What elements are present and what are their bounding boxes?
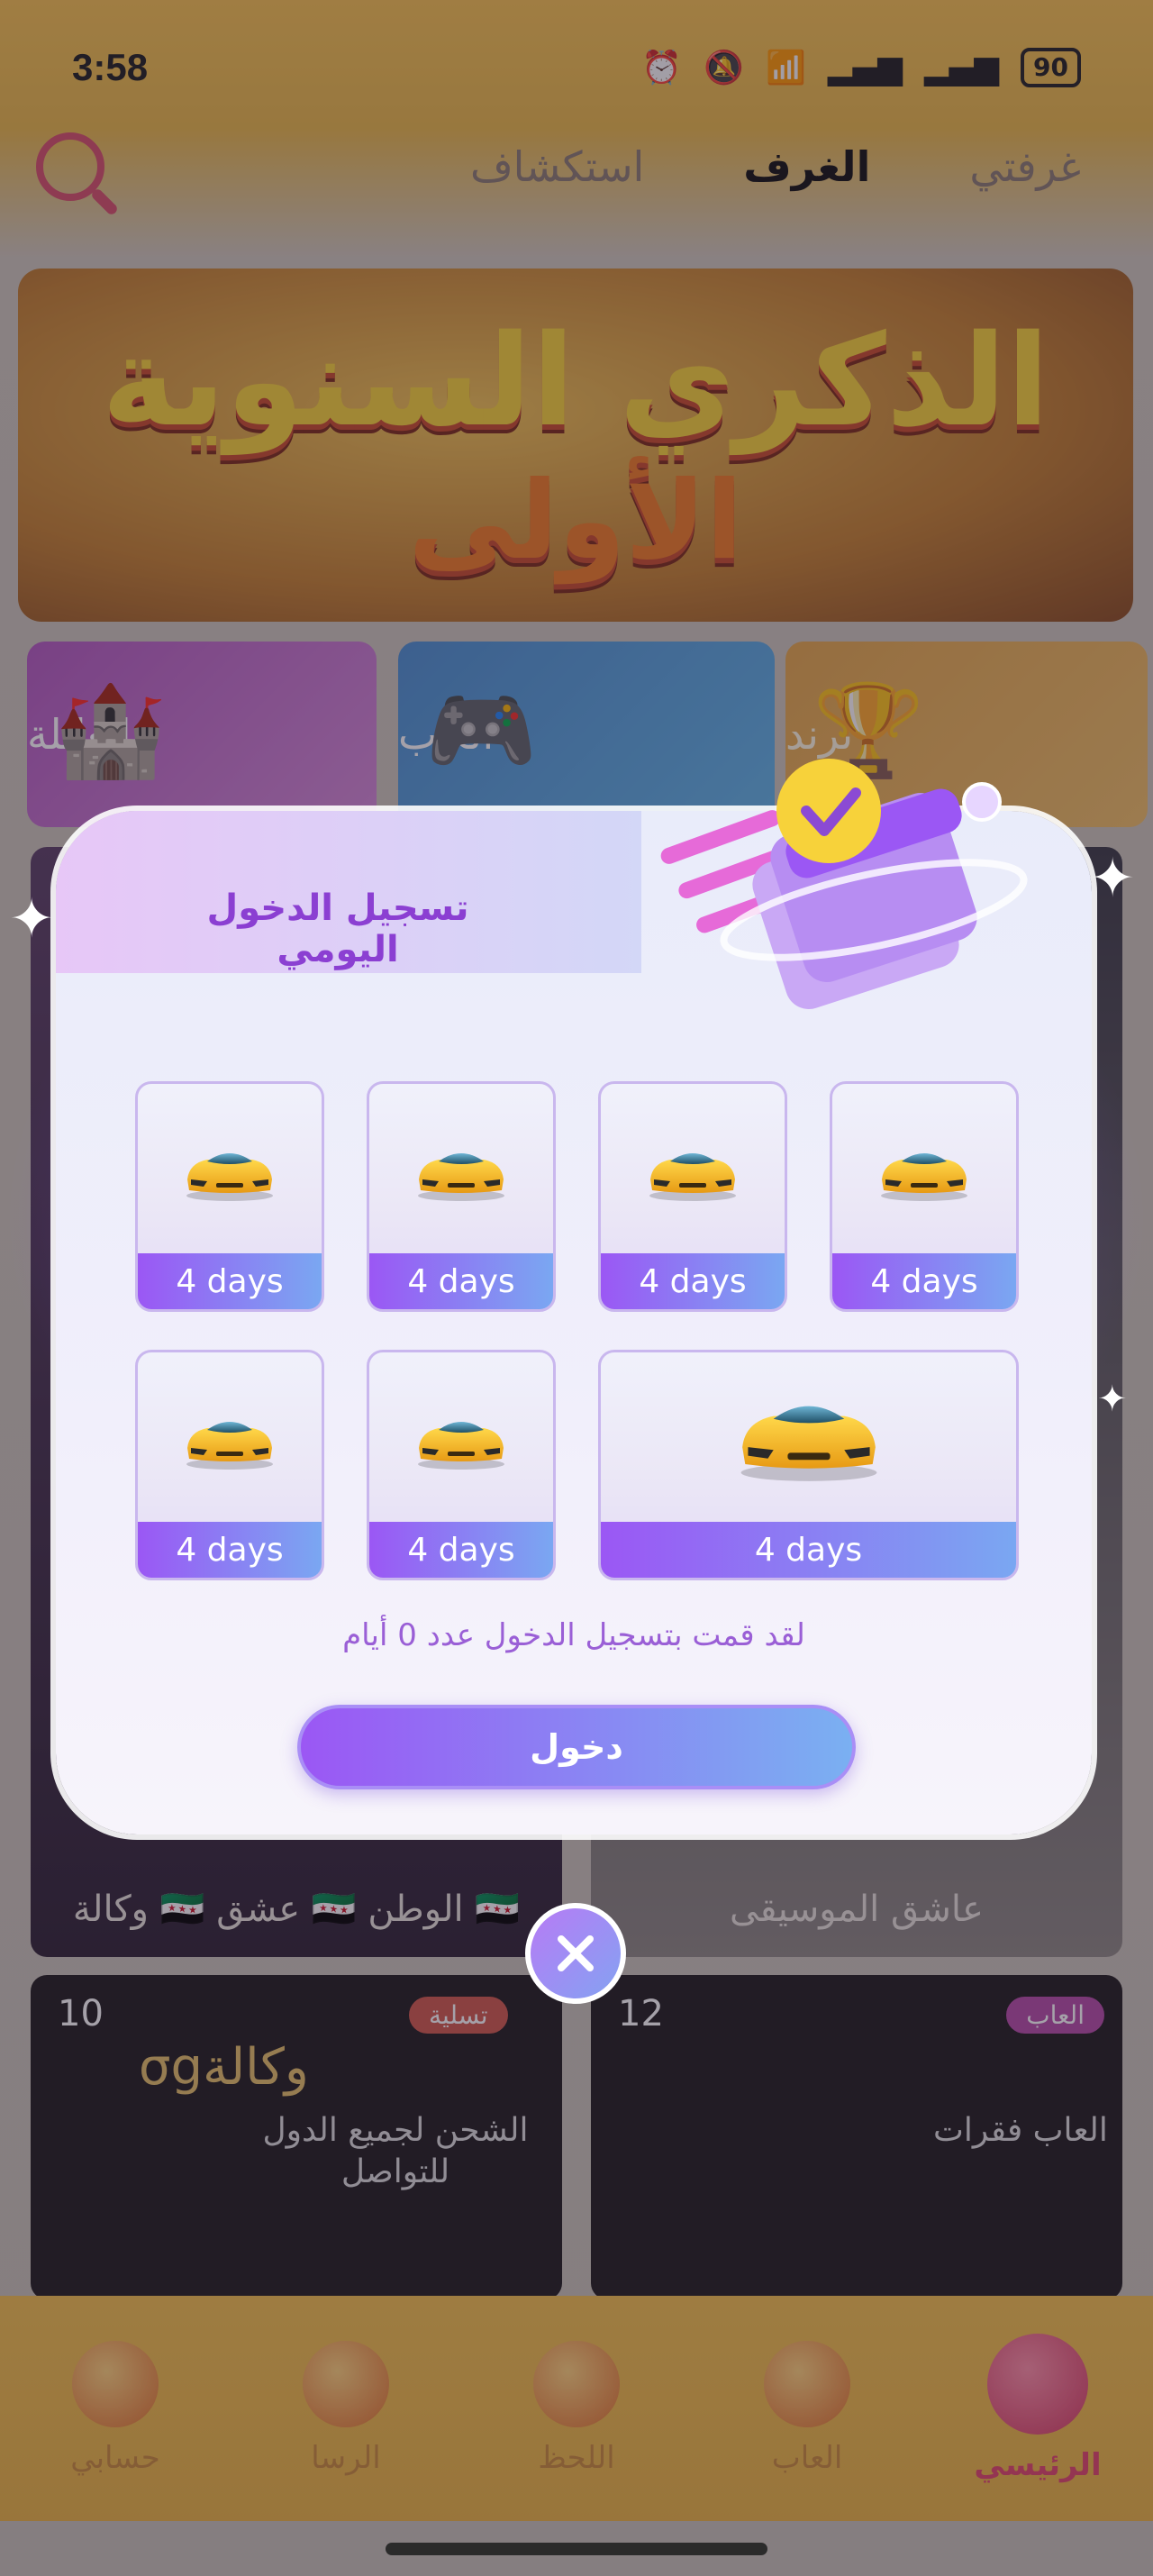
day-reward-card[interactable]: 4 days: [367, 1081, 556, 1312]
day-label: 4 days: [832, 1253, 1016, 1309]
day-reward-card[interactable]: 4 days: [367, 1350, 556, 1580]
close-icon: [558, 1935, 594, 1971]
car-icon: [740, 1406, 876, 1481]
day-label: 4 days: [369, 1522, 553, 1578]
day-reward-card[interactable]: 4 days: [830, 1081, 1019, 1312]
checkin-status-text: لقد قمت بتسجيل الدخول عدد 0 أيام: [342, 1617, 805, 1653]
car-icon: [881, 1153, 967, 1201]
sparkle-icon: ✦: [1090, 847, 1136, 910]
day-label: 4 days: [601, 1522, 1016, 1578]
day-reward-card-final[interactable]: 4 days: [598, 1350, 1019, 1580]
car-icon: [186, 1153, 273, 1201]
car-icon: [418, 1153, 504, 1201]
day-label: 4 days: [369, 1253, 553, 1309]
day-label: 4 days: [138, 1253, 322, 1309]
sparkle-icon: ✦: [1097, 1379, 1128, 1420]
calendar-check-icon: [660, 759, 1028, 1009]
day-reward-card[interactable]: 4 days: [135, 1350, 324, 1580]
checkin-button[interactable]: دخول: [297, 1705, 856, 1789]
modal-title: تسجيل الدخول اليومي: [206, 887, 469, 970]
day-label: 4 days: [601, 1253, 785, 1309]
car-icon: [418, 1422, 504, 1470]
car-icon: [186, 1422, 273, 1470]
car-icon: [649, 1153, 736, 1201]
day-reward-card[interactable]: 4 days: [598, 1081, 787, 1312]
sparkle-icon: ✦: [9, 887, 55, 951]
day-label: 4 days: [138, 1522, 322, 1578]
day-reward-card[interactable]: 4 days: [135, 1081, 324, 1312]
home-indicator[interactable]: [386, 2543, 767, 2555]
close-button[interactable]: [525, 1903, 626, 2004]
